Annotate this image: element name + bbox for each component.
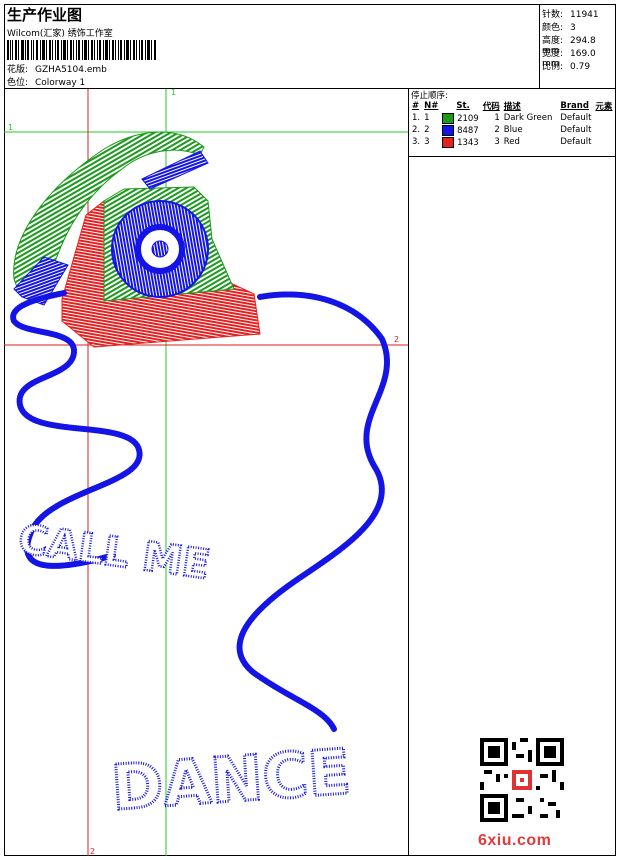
colorway-row: 色位: Colorway 1 bbox=[7, 75, 85, 88]
stat-stitches: 针数: 11941 bbox=[542, 10, 599, 20]
guide-green-label-left: 1 bbox=[8, 123, 13, 132]
guide-red-label-right: 2 bbox=[394, 335, 399, 344]
company-name: Wilcom(汇家) 绣饰工作室 bbox=[7, 29, 113, 39]
stop-sequence-divider bbox=[409, 156, 616, 157]
col-header-desc: 描述 bbox=[503, 102, 521, 112]
file-value: GZHA5104.emb bbox=[35, 65, 107, 75]
col-header-brand: Brand bbox=[560, 101, 589, 111]
stop-sequence-panel: 停止顺序: # N# St. 代码 描述 Brand 元素 1. 1 2109 … bbox=[409, 89, 616, 156]
table-row: 1. 1 2109 1 Dark Green Default bbox=[412, 112, 592, 124]
stats-panel: 针数: 11941 颜色: 3 高度: 294.8 mm 宽度: 169.0 mm 比例… bbox=[539, 4, 616, 88]
qr-code-image bbox=[480, 738, 564, 822]
stat-colors: 颜色: 3 bbox=[542, 23, 576, 33]
barcode-image bbox=[7, 40, 156, 60]
design-text-dance: DANCE bbox=[109, 735, 353, 825]
col-header-num: # bbox=[412, 101, 420, 111]
stop-sequence-table: # N# St. 代码 描述 Brand 元素 1. 1 2109 1 Dark… bbox=[410, 100, 614, 148]
embroidery-design: 1 1 2 2 CALL ME DANCE bbox=[4, 89, 408, 856]
file-row: 花版: GZHA5104.emb bbox=[7, 62, 107, 75]
phone-cord-blue bbox=[10, 290, 390, 732]
file-label: 花版: bbox=[7, 65, 29, 75]
rotary-dial-center bbox=[151, 240, 169, 258]
col-header-n: N# bbox=[424, 101, 439, 111]
canvas-divider bbox=[408, 89, 409, 856]
handset-earpiece-blue bbox=[141, 150, 209, 190]
table-header-row: # N# St. 代码 描述 Brand 元素 bbox=[410, 100, 614, 112]
guide-red-label-bottom: 2 bbox=[90, 847, 95, 856]
watermark-text: 6xiu.com bbox=[478, 832, 552, 849]
stat-scale: 比例: 0.79 bbox=[542, 62, 591, 72]
colorway-value: Colorway 1 bbox=[35, 78, 86, 88]
col-header-element: 元素 bbox=[595, 102, 613, 112]
header: 生产作业图 Wilcom(汇家) 绣饰工作室 花版: GZHA5104.emb 色… bbox=[4, 4, 539, 88]
design-text-call-me: CALL ME bbox=[16, 516, 213, 588]
color-swatch bbox=[442, 112, 455, 124]
page-title: 生产作业图 bbox=[7, 6, 83, 24]
color-swatch bbox=[442, 124, 455, 136]
table-row: 3. 3 1343 3 Red Default bbox=[412, 136, 592, 148]
design-canvas: 1 1 2 2 CALL ME DANCE bbox=[4, 89, 408, 856]
table-row: 2. 2 8487 2 Blue Default bbox=[412, 124, 592, 136]
colorway-label: 色位: bbox=[7, 78, 29, 88]
color-swatch bbox=[442, 136, 455, 148]
col-header-code: 代码 bbox=[482, 102, 500, 112]
guide-green-label-top: 1 bbox=[171, 89, 176, 97]
col-header-st: St. bbox=[456, 101, 470, 111]
